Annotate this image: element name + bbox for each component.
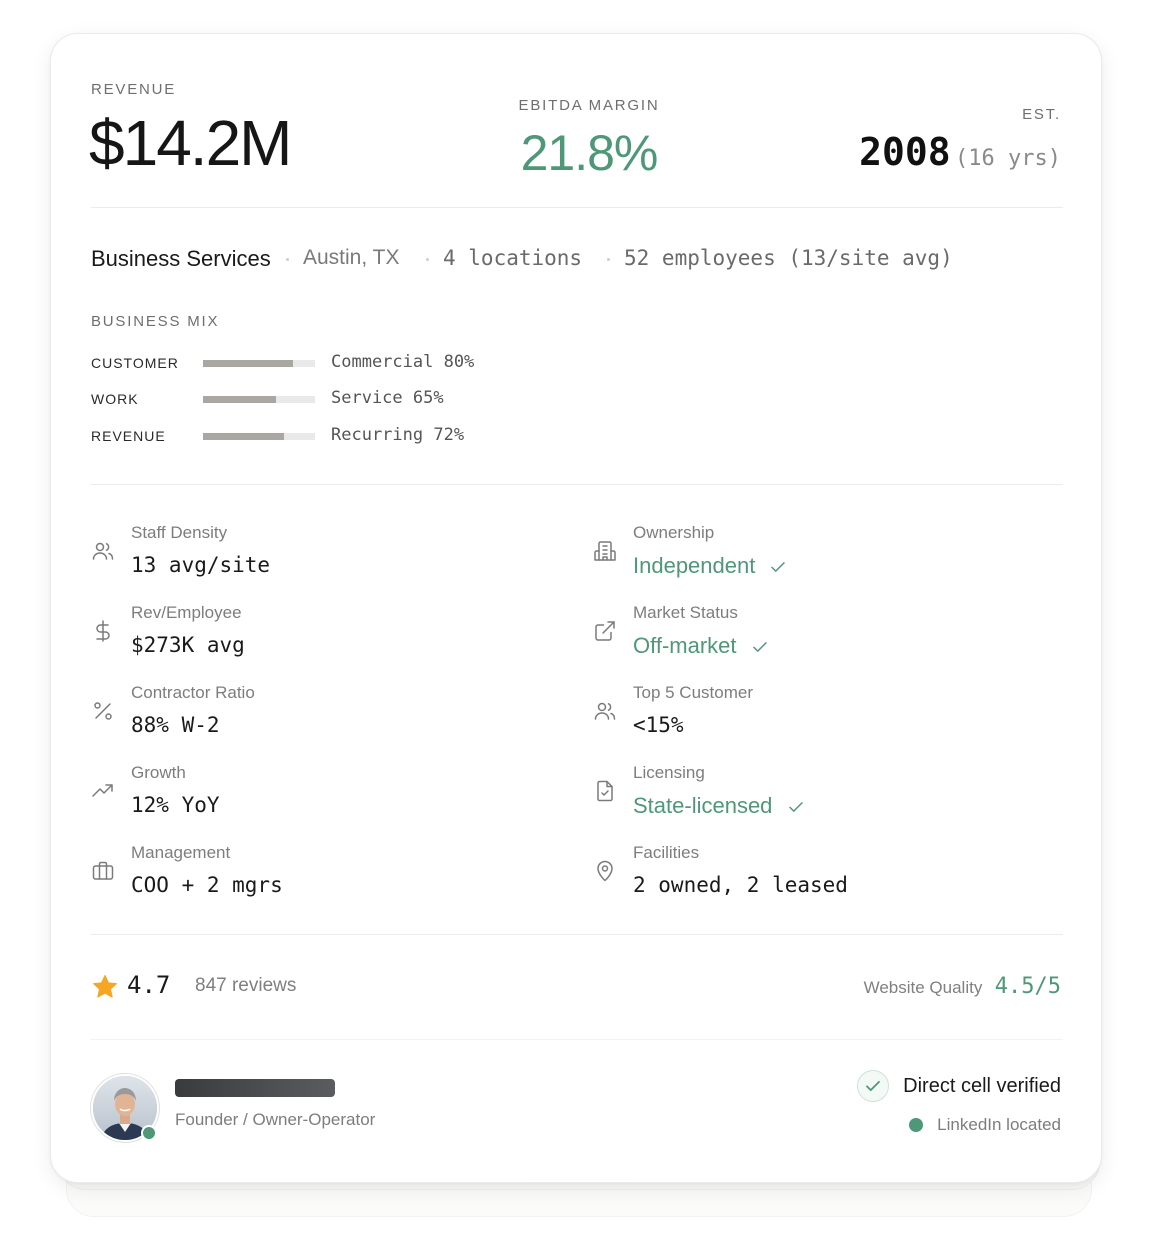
market-status-value: Off-market	[633, 633, 737, 658]
mix-value-customer: Commercial 80%	[331, 352, 475, 372]
review-count: 847 reviews	[195, 975, 297, 996]
file-check-icon	[593, 779, 617, 803]
attr-label-growth: Growth	[131, 763, 186, 782]
mix-label-revenue: REVENUE	[91, 428, 166, 444]
trending-up-icon	[91, 779, 115, 803]
star-icon	[91, 973, 119, 1001]
website-quality-value: 4.5/5	[994, 974, 1061, 999]
revenue-label: REVENUE	[91, 81, 177, 98]
mix-label-work: WORK	[91, 391, 139, 407]
separator-dot	[607, 258, 610, 261]
ebitda-value: 21.8%	[520, 125, 659, 181]
location: Austin, TX	[303, 246, 400, 269]
mix-label-customer: CUSTOMER	[91, 355, 179, 371]
attr-value-staff-density: 13 avg/site	[131, 553, 271, 577]
attr-label-licensing: Licensing	[633, 763, 705, 782]
attr-value-ownership: Independent	[633, 553, 787, 579]
ownership-value: Independent	[633, 553, 756, 578]
founder-role: Founder / Owner-Operator	[175, 1110, 376, 1129]
attr-value-top5-customer: <15%	[633, 713, 684, 737]
est-years: (16 yrs)	[955, 146, 1061, 171]
attr-value-licensing: State-licensed	[633, 793, 805, 819]
attr-label-market-status: Market Status	[633, 603, 738, 622]
mix-value-work: Service 65%	[331, 388, 444, 408]
separator-dot	[426, 258, 429, 261]
direct-cell-verified: Direct cell verified	[857, 1070, 1061, 1102]
divider	[91, 1039, 1063, 1040]
business-mix-title: BUSINESS MIX	[91, 313, 220, 330]
dollar-icon	[91, 619, 115, 643]
founder-name-redacted	[175, 1079, 335, 1097]
est-block: 2008 (16 yrs)	[859, 130, 1061, 174]
online-status-dot	[141, 1125, 157, 1141]
linkedin-located-label: LinkedIn located	[937, 1115, 1061, 1134]
attr-label-rev-employee: Rev/Employee	[131, 603, 242, 622]
check-icon	[771, 562, 786, 573]
locations-count: 4 locations	[443, 246, 583, 270]
check-icon	[788, 802, 803, 813]
attr-value-market-status: Off-market	[633, 633, 769, 659]
mix-value-revenue: Recurring 72%	[331, 425, 465, 445]
website-quality-label: Website Quality	[863, 978, 983, 997]
attr-value-management: COO + 2 mgrs	[131, 873, 283, 897]
attr-label-facilities: Facilities	[633, 843, 700, 862]
attr-label-contractor-ratio: Contractor Ratio	[131, 683, 255, 702]
external-link-icon	[593, 619, 617, 643]
attr-label-top5-customer: Top 5 Customer	[633, 683, 753, 702]
mix-bar-customer	[203, 360, 315, 367]
verified-check-icon	[857, 1070, 890, 1102]
briefcase-icon	[91, 859, 115, 883]
attr-value-rev-employee: $273K avg	[131, 633, 245, 657]
building-icon	[593, 539, 617, 563]
attr-value-contractor-ratio: 88% W-2	[131, 713, 220, 737]
users-icon	[91, 539, 115, 563]
mix-bar-revenue	[203, 433, 315, 440]
industry: Business Services	[91, 246, 271, 271]
mix-bar-fill	[203, 433, 284, 440]
mix-bar-fill	[203, 360, 293, 367]
linkedin-located: LinkedIn located	[909, 1115, 1061, 1135]
attr-value-facilities: 2 owned, 2 leased	[633, 873, 848, 897]
revenue-value: $14.2M	[89, 107, 292, 179]
attr-label-staff-density: Staff Density	[131, 523, 228, 542]
attr-value-growth: 12% YoY	[131, 793, 220, 817]
mix-bar-work	[203, 396, 315, 403]
divider	[91, 934, 1063, 935]
attr-label-ownership: Ownership	[633, 523, 715, 542]
mix-bar-fill	[203, 396, 276, 403]
ebitda-label: EBITDA MARGIN	[518, 97, 660, 114]
divider	[91, 207, 1063, 208]
est-year: 2008	[859, 130, 951, 174]
check-icon	[752, 642, 767, 653]
website-quality: Website Quality 4.5/5	[864, 974, 1061, 999]
rating-value: 4.7	[127, 971, 171, 999]
direct-cell-verified-label: Direct cell verified	[903, 1074, 1061, 1097]
linkedin-status-dot	[909, 1118, 924, 1132]
attr-label-management: Management	[131, 843, 231, 862]
separator-dot	[286, 258, 289, 261]
est-label: EST.	[1022, 106, 1061, 123]
percent-icon	[91, 699, 115, 723]
company-profile-card: REVENUE $14.2M EBITDA MARGIN 21.8% EST. …	[50, 33, 1102, 1183]
map-pin-icon	[593, 859, 617, 883]
users-icon	[593, 699, 617, 723]
employees-count: 52 employees (13/site avg)	[624, 246, 953, 270]
divider	[91, 484, 1063, 485]
licensing-value: State-licensed	[633, 793, 773, 818]
